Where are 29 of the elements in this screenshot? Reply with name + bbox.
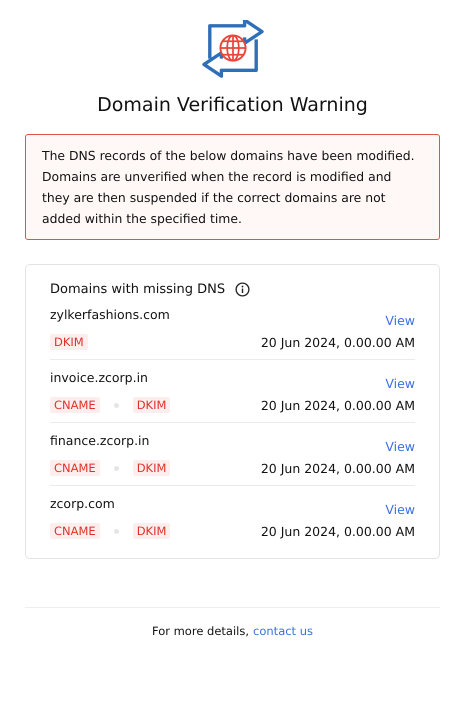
contact-link[interactable]: contact us bbox=[253, 624, 314, 638]
view-link[interactable]: View bbox=[385, 313, 415, 328]
dialog-title: Domain Verification Warning bbox=[97, 94, 368, 116]
record-tag: DKIM bbox=[132, 397, 170, 413]
date-text: 20 Jun 2024, 0.00.00 AM bbox=[260, 334, 415, 350]
record-tag: CNAME bbox=[50, 460, 100, 476]
footer-text: For more details, bbox=[152, 624, 250, 638]
warning-message: The DNS records of the below domains have been modified. Domains are unverified when the record is modified and they are then suspended if the correct domains are not added within the specified time. bbox=[25, 134, 440, 240]
separator-dot bbox=[114, 466, 119, 470]
view-link[interactable]: View bbox=[385, 502, 415, 517]
record-tag: DKIM bbox=[132, 523, 170, 539]
domain-name: zylkerfashions.com bbox=[50, 307, 170, 322]
info-icon[interactable] bbox=[235, 282, 250, 297]
record-tag: CNAME bbox=[50, 397, 100, 413]
domain-name: finance.zcorp.in bbox=[50, 433, 150, 448]
domain-name: invoice.zcorp.in bbox=[50, 370, 148, 385]
date-text: 20 Jun 2024, 0.00.00 AM bbox=[260, 398, 415, 412]
date-text: 20 Jun 2024, 0.00.00 AM bbox=[260, 524, 415, 538]
domain-name: zcorp.com bbox=[50, 496, 115, 511]
card-heading: Domains with missing DNS bbox=[50, 282, 226, 297]
view-link[interactable]: View bbox=[385, 439, 415, 454]
separator-dot bbox=[114, 402, 119, 408]
globe-exchange-icon bbox=[202, 20, 264, 78]
separator-dot bbox=[114, 528, 119, 534]
record-tag: DKIM bbox=[50, 334, 88, 350]
date-text: 20 Jun 2024, 0.00.00 AM bbox=[260, 460, 415, 476]
record-tag: CNAME bbox=[50, 523, 100, 539]
record-tag: DKIM bbox=[132, 460, 170, 476]
view-link[interactable]: View bbox=[385, 376, 415, 391]
